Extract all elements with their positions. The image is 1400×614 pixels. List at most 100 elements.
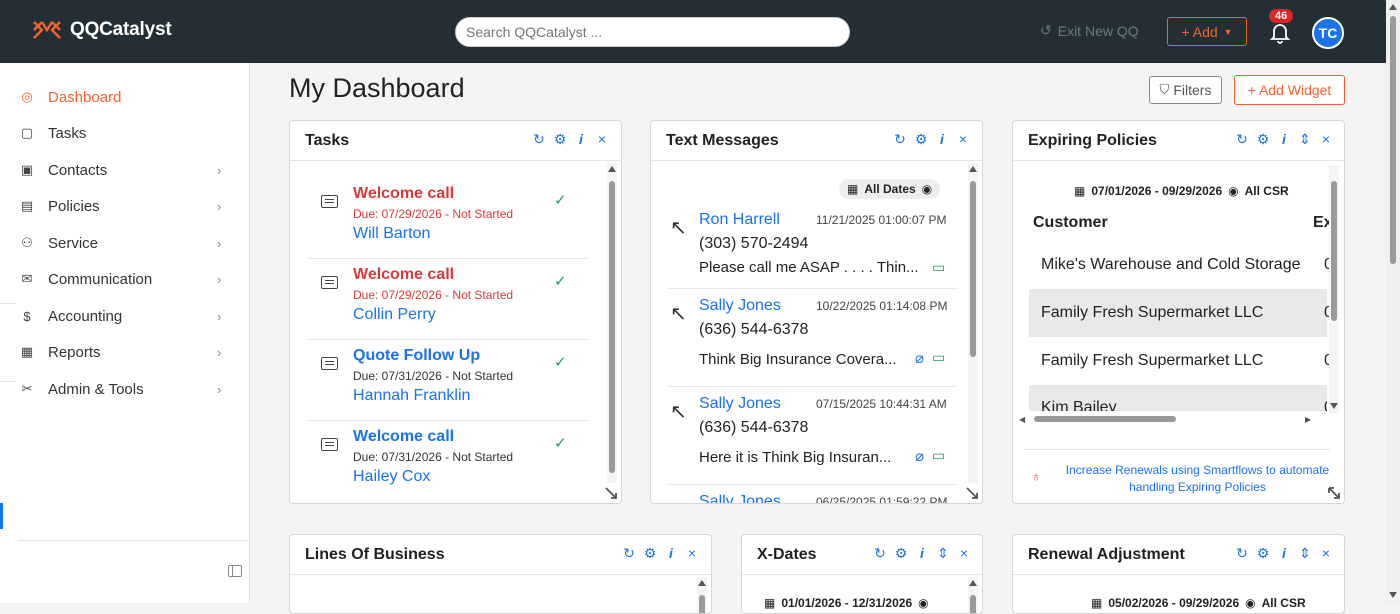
close-icon[interactable]: ×	[957, 545, 971, 561]
refresh-icon[interactable]: ↻	[1235, 545, 1249, 561]
gear-icon[interactable]: ⚙	[1256, 131, 1270, 147]
sidebar-item-contacts[interactable]: ▣ Contacts ›	[0, 152, 250, 188]
message-sender[interactable]: Sally Jones	[699, 395, 781, 413]
message-item[interactable]: ↖ Ron Harrell 11/21/2025 01:00:07 PM (30…	[668, 203, 958, 289]
attachment-icon[interactable]: ⌀	[915, 447, 924, 465]
scrollbar[interactable]	[968, 163, 978, 483]
table-row[interactable]: Kim Bailey 0	[1029, 385, 1327, 411]
refresh-icon[interactable]: ↻	[1235, 131, 1249, 147]
task-item[interactable]: Welcome call Due: 07/31/2026 - Not Start…	[307, 420, 589, 502]
table-row[interactable]: Mike's Warehouse and Cold Storage 0	[1029, 241, 1333, 289]
task-contact[interactable]: Collin Perry	[353, 306, 436, 324]
resize-icon[interactable]	[1328, 487, 1340, 499]
date-filter-pill[interactable]: ▦ All Dates ◉	[839, 179, 941, 199]
attachment-icon[interactable]: ⌀	[915, 349, 924, 367]
scroll-up-icon[interactable]	[969, 580, 977, 586]
scrollbar[interactable]	[1329, 165, 1339, 413]
scroll-down-icon[interactable]	[1389, 592, 1397, 598]
scrollbar[interactable]	[607, 163, 617, 483]
refresh-icon[interactable]: ↻	[893, 131, 907, 147]
message-sender[interactable]: Sally Jones	[699, 297, 781, 315]
add-button[interactable]: + Add ▼	[1167, 17, 1247, 46]
collapse-sidebar-icon[interactable]	[228, 565, 242, 577]
smartflow-tip-link[interactable]: Increase Renewals using Smartflows to au…	[1055, 462, 1340, 496]
chat-icon[interactable]: ▭	[932, 259, 945, 276]
info-icon[interactable]: i	[1277, 545, 1291, 561]
sidebar-item-reports[interactable]: ▦ Reports ›	[0, 334, 250, 370]
task-item[interactable]: Welcome call Due: 07/29/2026 - Not Start…	[307, 177, 589, 259]
column-header-customer[interactable]: Customer	[1033, 214, 1108, 232]
task-contact[interactable]: Will Barton	[353, 225, 430, 243]
check-icon[interactable]: ✓	[554, 434, 567, 452]
date-range-filter[interactable]: ▦ 07/01/2026 - 09/29/2026 ◉ All CSR	[1066, 181, 1297, 201]
horizontal-scrollbar[interactable]: ◀ ▶	[1017, 413, 1313, 425]
scroll-thumb[interactable]	[970, 595, 976, 613]
close-icon[interactable]: ×	[595, 131, 609, 147]
chat-icon[interactable]: ▭	[932, 447, 945, 464]
sidebar-item-dashboard[interactable]: ◎ Dashboard	[0, 79, 250, 115]
task-item[interactable]: Welcome call Due: 07/29/2026 - Not Start…	[307, 258, 589, 340]
task-title[interactable]: Welcome call	[353, 185, 454, 203]
resize-icon[interactable]	[605, 487, 617, 499]
info-icon[interactable]: i	[664, 545, 678, 561]
add-widget-button[interactable]: + Add Widget	[1234, 75, 1345, 105]
message-sender[interactable]: Ron Harrell	[699, 211, 780, 229]
info-icon[interactable]: i	[1277, 131, 1291, 147]
sidebar-item-tasks[interactable]: ▢ Tasks	[0, 115, 250, 151]
sidebar-item-communication[interactable]: ✉ Communication ›	[0, 261, 250, 297]
chat-icon[interactable]: ▭	[932, 349, 945, 366]
close-icon[interactable]: ×	[956, 131, 970, 147]
sidebar-item-service[interactable]: ⚇ Service ›	[0, 225, 250, 261]
gear-icon[interactable]: ⚙	[643, 545, 657, 561]
gear-icon[interactable]: ⚙	[914, 131, 928, 147]
sidebar-item-accounting[interactable]: $ Accounting ›	[0, 298, 250, 334]
page-scrollbar[interactable]	[1386, 0, 1400, 603]
search-input[interactable]	[455, 17, 850, 47]
scroll-thumb[interactable]	[699, 595, 705, 613]
sort-icon[interactable]: ⇕	[936, 545, 950, 561]
table-row[interactable]: Family Fresh Supermarket LLC 0	[1029, 289, 1333, 337]
refresh-icon[interactable]: ↻	[873, 545, 887, 561]
date-range-filter[interactable]: ▦ 01/01/2026 - 12/31/2026 ◉	[756, 593, 937, 613]
scroll-thumb[interactable]	[970, 181, 976, 357]
bell-icon[interactable]	[1268, 20, 1292, 44]
scroll-thumb[interactable]	[1034, 416, 1176, 422]
scroll-right-icon[interactable]: ▶	[1305, 415, 1311, 424]
task-title[interactable]: Quote Follow Up	[353, 347, 480, 365]
task-title[interactable]: Welcome call	[353, 428, 454, 446]
scroll-up-icon[interactable]	[1389, 4, 1397, 10]
task-contact[interactable]: Hailey Cox	[353, 468, 430, 486]
scroll-up-icon[interactable]	[698, 580, 706, 586]
scroll-thumb[interactable]	[1331, 181, 1337, 321]
close-icon[interactable]: ×	[1319, 545, 1333, 561]
info-icon[interactable]: i	[574, 131, 588, 147]
info-icon[interactable]: i	[915, 545, 929, 561]
refresh-icon[interactable]: ↻	[532, 131, 546, 147]
task-title[interactable]: Welcome call	[353, 266, 454, 284]
scrollbar[interactable]	[968, 577, 978, 613]
close-icon[interactable]: ×	[685, 545, 699, 561]
resize-icon[interactable]	[966, 487, 978, 499]
scroll-down-icon[interactable]	[1330, 403, 1338, 409]
gear-icon[interactable]: ⚙	[894, 545, 908, 561]
gear-icon[interactable]: ⚙	[553, 131, 567, 147]
sort-icon[interactable]: ⇕	[1298, 545, 1312, 561]
gear-icon[interactable]: ⚙	[1256, 545, 1270, 561]
brand-logo[interactable]: QQCatalyst	[32, 19, 172, 41]
date-range-filter[interactable]: ▦ 05/02/2026 - 09/29/2026 ◉ All CSR	[1083, 593, 1314, 613]
message-item[interactable]: Sally Jones 06/25/2025 01:59:22 PM	[668, 485, 958, 503]
user-avatar[interactable]: TC	[1312, 17, 1344, 49]
info-icon[interactable]: i	[935, 131, 949, 147]
message-item[interactable]: ↖ Sally Jones 07/15/2025 10:44:31 AM (63…	[668, 387, 958, 485]
scroll-thumb[interactable]	[609, 181, 615, 473]
sidebar-item-policies[interactable]: ▤ Policies ›	[0, 188, 250, 224]
scroll-left-icon[interactable]: ◀	[1019, 415, 1025, 424]
check-icon[interactable]: ✓	[554, 191, 567, 209]
scroll-up-icon[interactable]	[608, 166, 616, 172]
scroll-thumb[interactable]	[1390, 16, 1396, 264]
refresh-icon[interactable]: ↻	[622, 545, 636, 561]
close-icon[interactable]: ×	[1319, 131, 1333, 147]
scrollbar[interactable]	[697, 577, 707, 613]
task-contact[interactable]: Hannah Franklin	[353, 387, 470, 405]
sidebar-item-admin-tools[interactable]: ✂ Admin & Tools ›	[0, 371, 250, 407]
